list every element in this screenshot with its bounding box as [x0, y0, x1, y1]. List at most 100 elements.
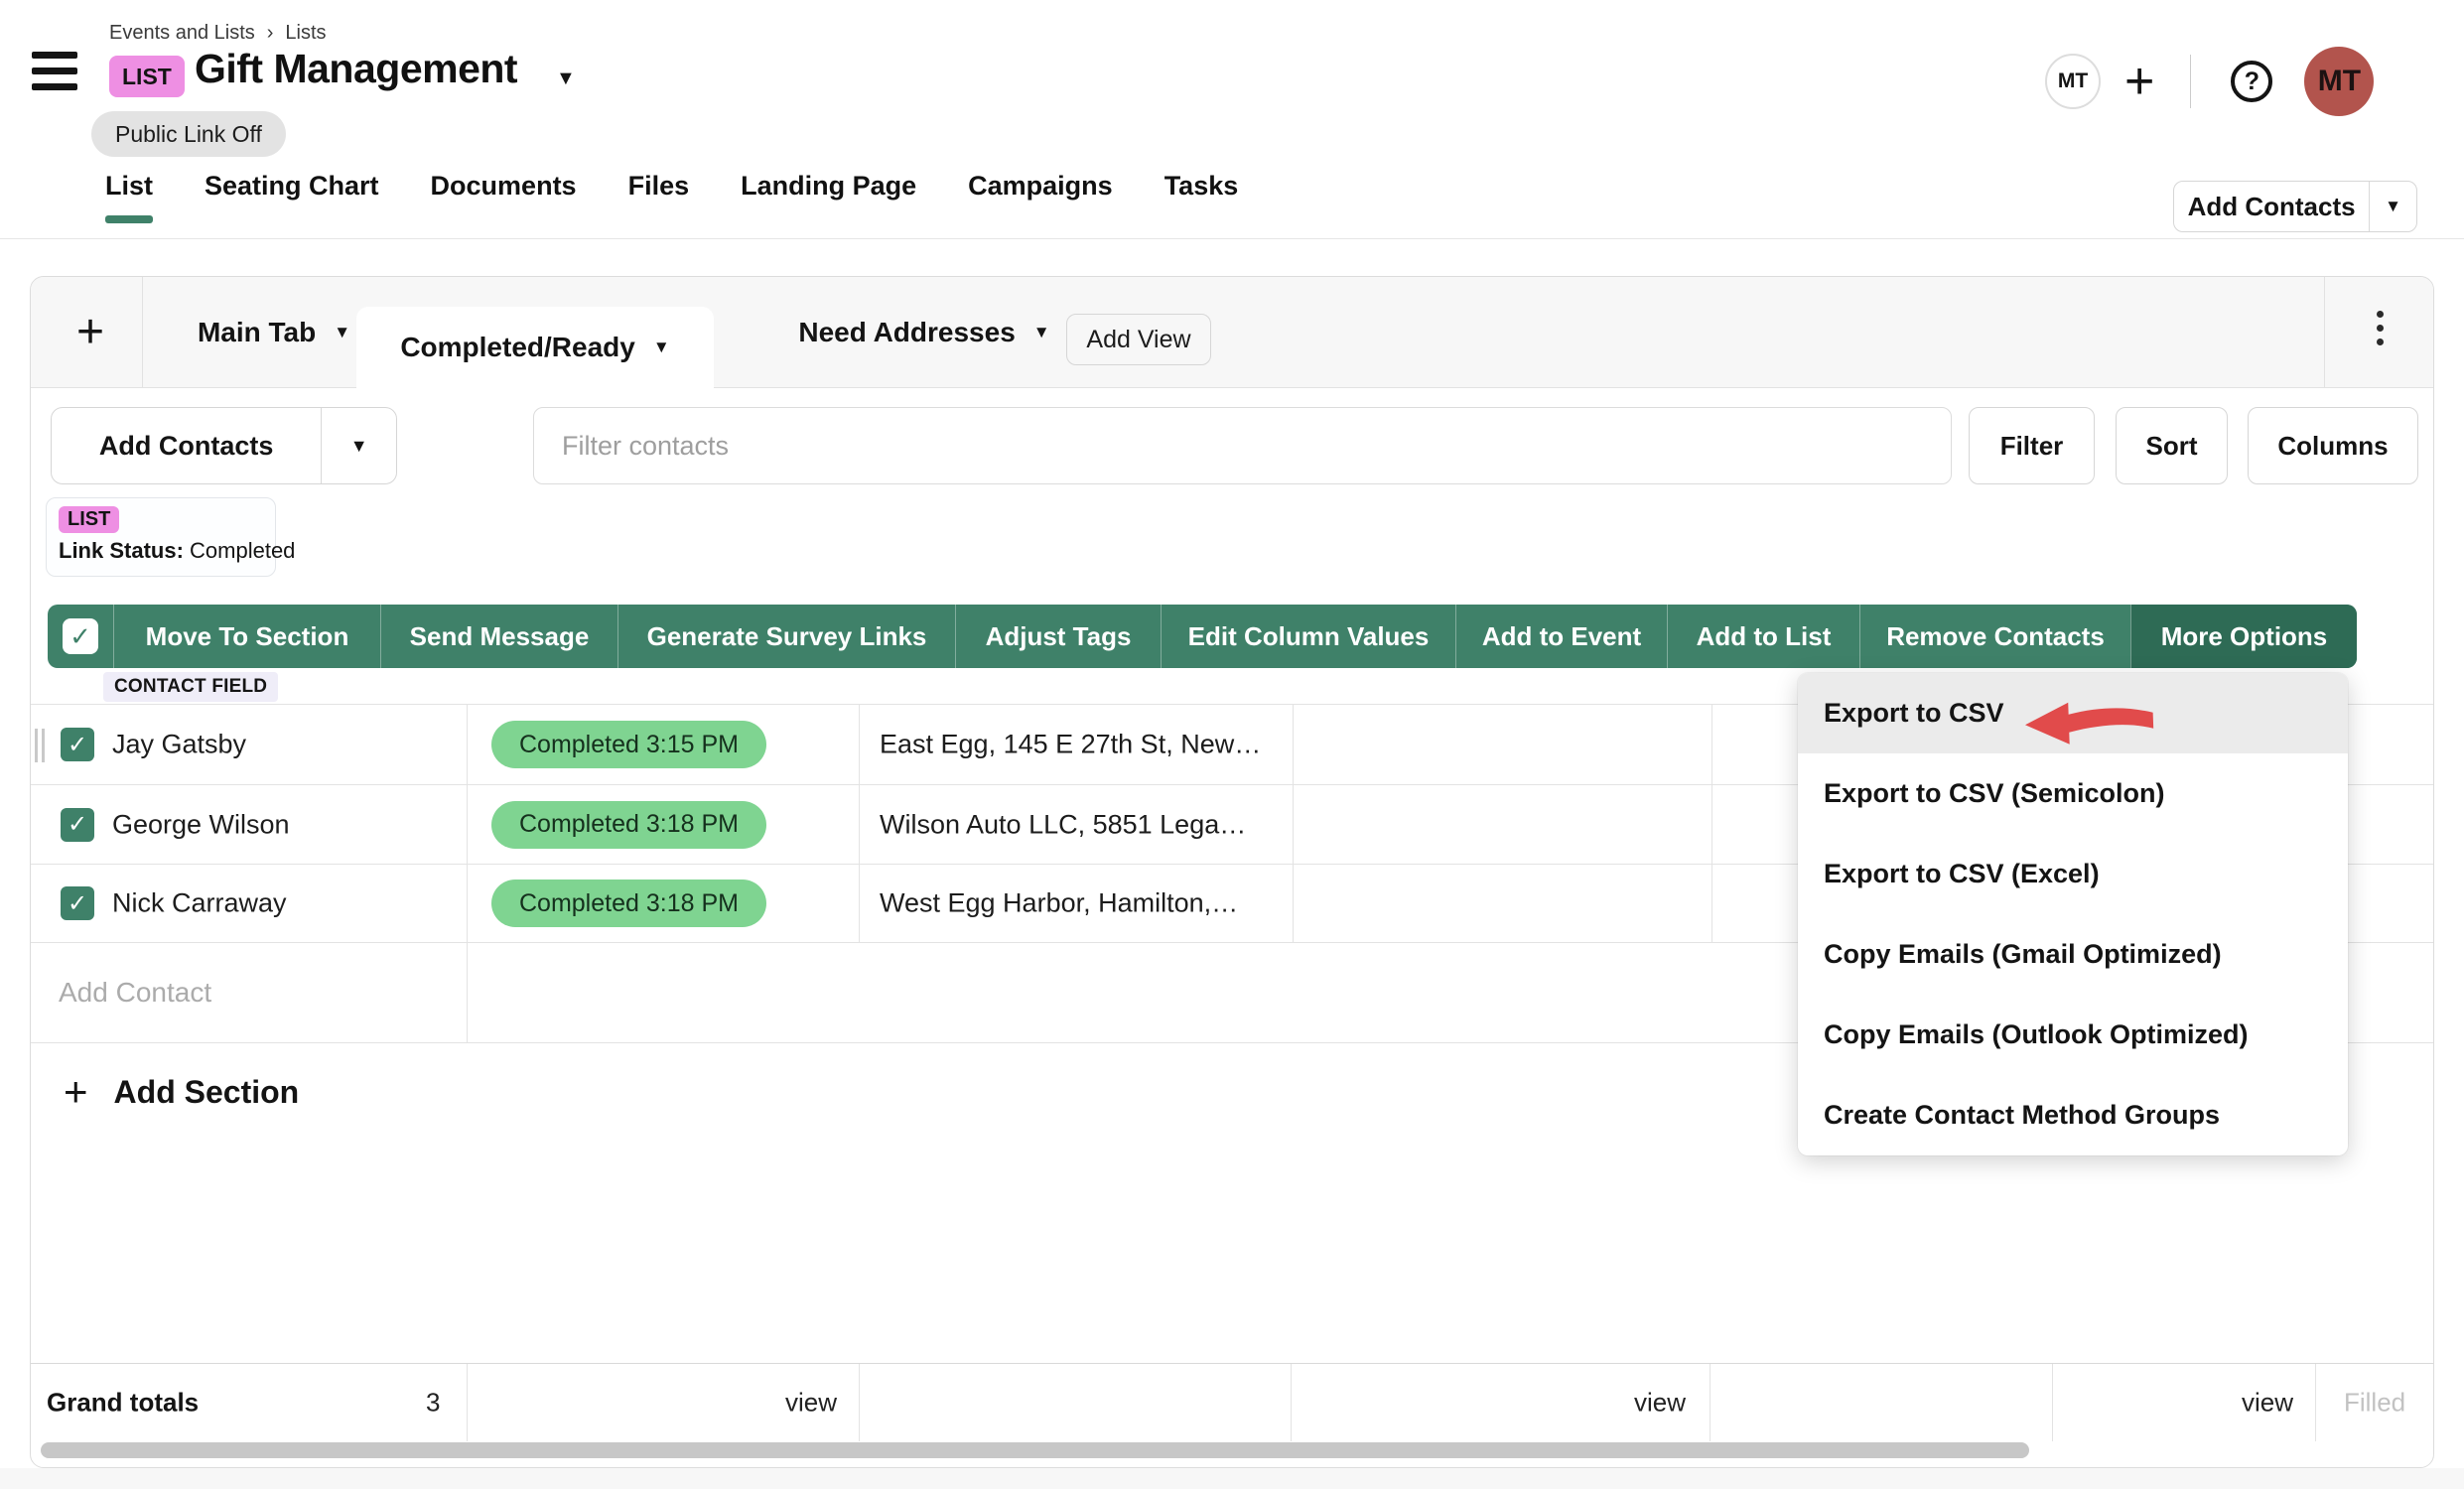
sort-button[interactable]: Sort [2116, 407, 2228, 484]
link-status-value: Completed [190, 538, 295, 563]
tab-files[interactable]: Files [628, 171, 690, 223]
filled-total-label: Filled [2344, 1387, 2405, 1418]
grand-totals-row: Grand totals 3 view view view Filled [31, 1363, 2434, 1440]
menu-item-create-contact-method-groups[interactable]: Create Contact Method Groups [1798, 1075, 2348, 1155]
header-divider [2190, 55, 2191, 108]
row-checkbox[interactable]: ✓ [61, 728, 94, 761]
menu-item-export-csv-semicolon[interactable]: Export to CSV (Semicolon) [1798, 753, 2348, 834]
action-edit-column-values[interactable]: Edit Column Values [1161, 605, 1455, 668]
action-more-options[interactable]: More Options [2130, 605, 2357, 668]
columns-button[interactable]: Columns [2248, 407, 2418, 484]
action-move-to-section[interactable]: Move To Section [113, 605, 380, 668]
column-divider [467, 1364, 468, 1441]
add-contacts-caret-icon[interactable]: ▼ [321, 408, 396, 483]
title-caret-down-icon[interactable]: ▼ [556, 68, 576, 90]
add-contact-placeholder[interactable]: Add Contact [59, 977, 211, 1009]
action-add-to-event[interactable]: Add to Event [1455, 605, 1667, 668]
list-type-badge: LIST [109, 56, 185, 97]
action-remove-contacts[interactable]: Remove Contacts [1859, 605, 2130, 668]
header-right-cluster: MT + ? MT [2045, 44, 2374, 119]
column-divider [1291, 1364, 1292, 1441]
drag-handle-icon[interactable] [35, 729, 47, 762]
strip-divider [2324, 277, 2325, 388]
select-all-cell: ✓ [48, 605, 113, 668]
add-view-tab-icon[interactable]: + [63, 305, 118, 359]
annotation-arrow-icon [2022, 697, 2157, 752]
tab-documents[interactable]: Documents [431, 171, 577, 223]
grand-totals-label: Grand totals [47, 1387, 199, 1418]
caret-down-icon[interactable]: ▼ [653, 338, 670, 357]
add-contacts-button-toolbar[interactable]: Add Contacts ▼ [51, 407, 397, 484]
hamburger-menu-icon[interactable] [32, 52, 77, 99]
link-status-label: Link Status: [59, 538, 184, 563]
active-tab-underline [105, 215, 153, 223]
column-divider [2315, 1364, 2316, 1441]
column-divider [859, 1364, 860, 1441]
add-section-button[interactable]: + Add Section [64, 1071, 299, 1113]
breadcrumb-events-and-lists[interactable]: Events and Lists [109, 22, 255, 45]
add-contacts-caret-icon[interactable]: ▼ [2369, 182, 2416, 231]
add-contacts-label[interactable]: Add Contacts [2174, 182, 2369, 231]
survey-status-pill: Completed 3:18 PM [491, 880, 766, 927]
view-total-link[interactable]: view [1634, 1387, 1686, 1418]
add-contacts-label[interactable]: Add Contacts [52, 408, 321, 483]
row-checkbox[interactable]: ✓ [61, 886, 94, 920]
tab-tasks[interactable]: Tasks [1164, 171, 1239, 223]
page-footer-strip [0, 1468, 2464, 1489]
view-total-link[interactable]: view [785, 1387, 837, 1418]
menu-item-copy-emails-gmail[interactable]: Copy Emails (Gmail Optimized) [1798, 914, 2348, 995]
filter-contacts-input[interactable] [533, 407, 1952, 484]
view-tab-need-addresses[interactable]: Need Addresses▼ [785, 277, 1063, 388]
tab-campaigns[interactable]: Campaigns [968, 171, 1113, 223]
select-all-checkbox[interactable]: ✓ [63, 618, 98, 654]
grand-total-count: 3 [426, 1387, 440, 1418]
tab-landing-page[interactable]: Landing Page [741, 171, 916, 223]
action-send-message[interactable]: Send Message [380, 605, 617, 668]
contact-address[interactable]: West Egg Harbor, Hamilton,… [880, 888, 1238, 919]
contact-name[interactable]: George Wilson [112, 809, 290, 840]
breadcrumb: Events and Lists › Lists [109, 22, 327, 45]
column-divider [2052, 1364, 2053, 1441]
main-nav-tabs: List Seating Chart Documents Files Landi… [105, 171, 1238, 223]
add-contacts-button-header[interactable]: Add Contacts ▼ [2173, 181, 2417, 232]
page-title: Gift Management [195, 46, 517, 92]
public-link-status-pill[interactable]: Public Link Off [91, 111, 286, 157]
menu-item-export-csv-excel[interactable]: Export to CSV (Excel) [1798, 834, 2348, 914]
app-window: Events and Lists › Lists LIST Gift Manag… [0, 0, 2464, 1489]
horizontal-scrollbar[interactable] [41, 1442, 2029, 1458]
menu-item-copy-emails-outlook[interactable]: Copy Emails (Outlook Optimized) [1798, 995, 2348, 1075]
breadcrumb-chevron-icon: › [267, 22, 274, 45]
plus-icon: + [64, 1071, 88, 1113]
contact-field-column-header: CONTACT FIELD [103, 672, 278, 702]
view-tab-completed-ready[interactable]: Completed/Ready▼ [356, 307, 714, 388]
link-status-chip[interactable]: LIST Link Status: Completed [46, 497, 276, 577]
list-mini-badge: LIST [59, 506, 119, 533]
panel-more-options-kebab-icon[interactable] [2372, 311, 2388, 352]
filter-button[interactable]: Filter [1969, 407, 2095, 484]
workspace-avatar[interactable]: MT [2045, 54, 2101, 109]
contact-address[interactable]: Wilson Auto LLC, 5851 Lega… [880, 809, 1246, 840]
tab-seating-chart[interactable]: Seating Chart [205, 171, 379, 223]
create-new-icon[interactable]: + [2124, 56, 2154, 107]
strip-divider [142, 277, 143, 388]
action-adjust-tags[interactable]: Adjust Tags [955, 605, 1161, 668]
help-icon[interactable]: ? [2231, 61, 2272, 102]
action-generate-survey-links[interactable]: Generate Survey Links [617, 605, 955, 668]
survey-status-pill: Completed 3:15 PM [491, 721, 766, 768]
action-add-to-list[interactable]: Add to List [1667, 605, 1859, 668]
view-total-link[interactable]: view [2242, 1387, 2293, 1418]
tab-list[interactable]: List [105, 171, 153, 223]
contact-address[interactable]: East Egg, 145 E 27th St, New… [880, 730, 1261, 760]
column-divider [1710, 1364, 1711, 1441]
caret-down-icon[interactable]: ▼ [334, 323, 350, 342]
view-tab-main-tab[interactable]: Main Tab▼ [170, 277, 378, 388]
breadcrumb-lists[interactable]: Lists [285, 22, 326, 45]
contact-name[interactable]: Nick Carraway [112, 888, 287, 919]
add-view-button[interactable]: Add View [1066, 314, 1211, 365]
row-checkbox[interactable]: ✓ [61, 808, 94, 842]
caret-down-icon[interactable]: ▼ [1033, 323, 1050, 342]
survey-status-pill: Completed 3:18 PM [491, 801, 766, 849]
user-avatar[interactable]: MT [2304, 47, 2374, 116]
bulk-action-bar: ✓ Move To Section Send Message Generate … [48, 605, 2357, 668]
contact-name[interactable]: Jay Gatsby [112, 730, 246, 760]
